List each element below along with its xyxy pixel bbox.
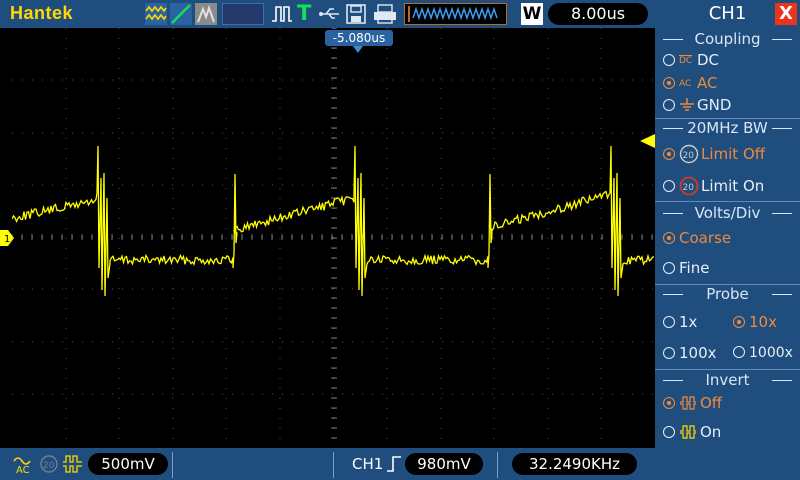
status-divider <box>497 452 498 478</box>
radio-icon <box>663 426 675 438</box>
bw-limit-icon: 20 <box>40 455 58 473</box>
probe-header: Probe <box>655 285 800 303</box>
dc-icon: DC <box>679 55 693 66</box>
persist-mode-icon[interactable] <box>195 3 217 25</box>
volts-fine-option[interactable]: Fine <box>663 257 709 279</box>
trigger-level-readout[interactable]: 980mV <box>405 453 483 475</box>
rising-edge-icon <box>387 456 401 472</box>
invert-on-option[interactable]: On <box>663 421 721 443</box>
invert-off-option[interactable]: Off <box>663 392 722 414</box>
probe-section: Probe <box>655 285 800 303</box>
ac-icon: AC <box>679 78 692 89</box>
probe-10x-option[interactable]: 10x <box>733 311 777 333</box>
svg-text:20: 20 <box>43 461 55 471</box>
radio-selected-icon <box>663 77 675 89</box>
radio-icon <box>663 347 675 359</box>
radio-icon <box>663 262 675 274</box>
svg-text:1: 1 <box>4 234 10 245</box>
bw-header: 20MHz BW <box>655 119 800 137</box>
radio-icon <box>663 54 675 66</box>
coupling-section: Coupling <box>655 30 800 48</box>
radio-icon <box>663 99 675 111</box>
volts-div-section: Volts/Div <box>655 204 800 222</box>
coupling-header: Coupling <box>655 30 800 48</box>
bw-20mhz-icon: 20 <box>679 144 699 164</box>
bw-limit-on-option[interactable]: 20 Limit On <box>663 175 764 197</box>
invert-section: Invert <box>655 371 800 389</box>
printer-icon[interactable] <box>372 3 398 25</box>
invert-icon <box>63 455 82 473</box>
trigger-status-icon: T <box>297 1 312 25</box>
radio-selected-icon <box>663 232 675 244</box>
radio-selected-icon <box>733 316 745 328</box>
ch1-volts-readout[interactable]: 500mV <box>88 453 168 475</box>
bw-section: 20MHz BW <box>655 119 800 137</box>
window-mode-badge[interactable]: W <box>521 3 543 25</box>
memory-waveform-indicator <box>404 3 507 25</box>
trigger-channel-label: CH1 <box>352 455 384 473</box>
trigger-position-readout: -5.080us <box>325 30 393 46</box>
trigger-level-marker[interactable] <box>640 134 655 148</box>
ground-icon <box>680 98 694 111</box>
ch1-menu-panel: CH1 X Coupling DC DC AC AC GND 20MHz BW 20… <box>655 0 800 480</box>
brand-logo: Hantek <box>10 3 74 23</box>
probe-1000x-option[interactable]: 1000x <box>733 342 793 364</box>
vector-mode-icon[interactable] <box>170 3 192 25</box>
invert-header: Invert <box>655 371 800 389</box>
radio-icon <box>733 346 745 358</box>
radio-icon <box>663 180 675 192</box>
run-status-box[interactable] <box>222 3 264 25</box>
volts-coarse-option[interactable]: Coarse <box>663 227 731 249</box>
invert-off-icon <box>680 396 696 410</box>
trigger-edge-icon[interactable] <box>271 3 293 25</box>
trigger-position-marker[interactable] <box>353 46 363 53</box>
svg-text:20: 20 <box>683 183 695 193</box>
coupling-dc-option[interactable]: DC DC <box>663 49 719 71</box>
probe-100x-option[interactable]: 100x <box>663 342 717 364</box>
timebase-readout[interactable]: 8.00us <box>548 3 648 25</box>
waveform-display <box>11 27 655 446</box>
close-icon[interactable]: X <box>775 3 797 25</box>
acquire-mode-icon[interactable] <box>145 3 167 25</box>
usb-icon <box>319 8 339 19</box>
bw-20mhz-limit-icon: 20 <box>679 176 699 196</box>
probe-1x-option[interactable]: 1x <box>663 311 697 333</box>
status-divider <box>333 452 334 478</box>
top-toolbar: Hantek T W 8.00us <box>0 0 655 28</box>
ac-coupling-icon: AC <box>13 457 31 475</box>
coupling-ac-option[interactable]: AC AC <box>663 72 717 94</box>
status-divider <box>172 452 173 478</box>
frequency-readout: 32.2490KHz <box>512 453 637 475</box>
ch1-ground-marker[interactable]: 1 <box>0 230 14 246</box>
save-icon[interactable] <box>345 3 367 25</box>
radio-icon <box>663 316 675 328</box>
bw-limit-off-option[interactable]: 20 Limit Off <box>663 143 765 165</box>
invert-on-icon <box>680 425 696 439</box>
svg-text:AC: AC <box>16 465 30 475</box>
coupling-gnd-option[interactable]: GND <box>663 94 731 116</box>
svg-text:20: 20 <box>683 151 695 161</box>
radio-selected-icon <box>663 148 675 160</box>
volts-div-header: Volts/Div <box>655 204 800 222</box>
radio-selected-icon <box>663 397 675 409</box>
